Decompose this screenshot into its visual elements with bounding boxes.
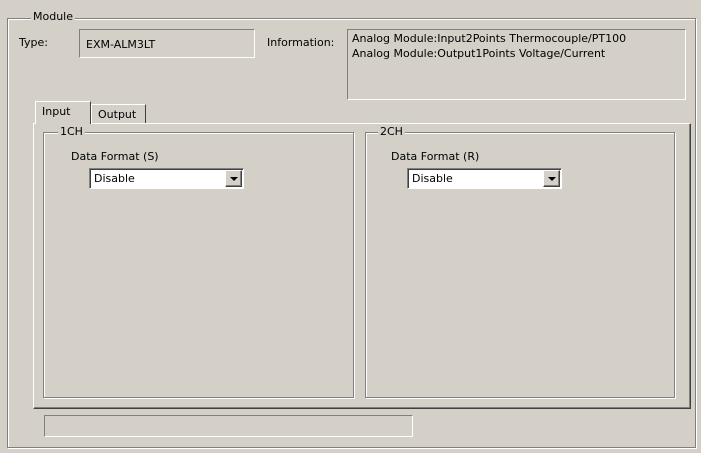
information-field: Analog Module:Input2Points Thermocouple/… <box>347 29 686 100</box>
chevron-down-icon <box>230 177 238 181</box>
tab-output[interactable]: Output <box>91 104 146 124</box>
module-legend: Module <box>31 10 75 23</box>
type-label: Type: <box>19 36 48 49</box>
status-field <box>44 415 413 437</box>
information-line-2: Analog Module:Output1Points Voltage/Curr… <box>352 47 606 60</box>
type-field: EXM-ALM3LT <box>79 29 255 58</box>
channel-1-legend: 1CH <box>58 125 85 138</box>
channel-2-format-select[interactable]: Disable <box>407 168 562 189</box>
tab-input[interactable]: Input <box>35 101 91 124</box>
chevron-down-icon <box>548 177 556 181</box>
channel-2-format-label: Data Format (R) <box>391 150 480 163</box>
channel-1-format-label: Data Format (S) <box>71 150 159 163</box>
channel-1-dropdown-button[interactable] <box>225 170 242 187</box>
information-label: Information: <box>267 36 335 49</box>
tab-output-label: Output <box>98 108 137 121</box>
channel-2-format-value: Disable <box>412 172 453 185</box>
information-line-1: Analog Module:Input2Points Thermocouple/… <box>352 32 627 45</box>
channel-2-legend: 2CH <box>378 125 405 138</box>
type-value: EXM-ALM3LT <box>86 38 156 51</box>
channel-1-format-select[interactable]: Disable <box>89 168 244 189</box>
channel-1-format-value: Disable <box>94 172 135 185</box>
tab-input-label: Input <box>42 105 71 118</box>
channel-2-dropdown-button[interactable] <box>543 170 560 187</box>
